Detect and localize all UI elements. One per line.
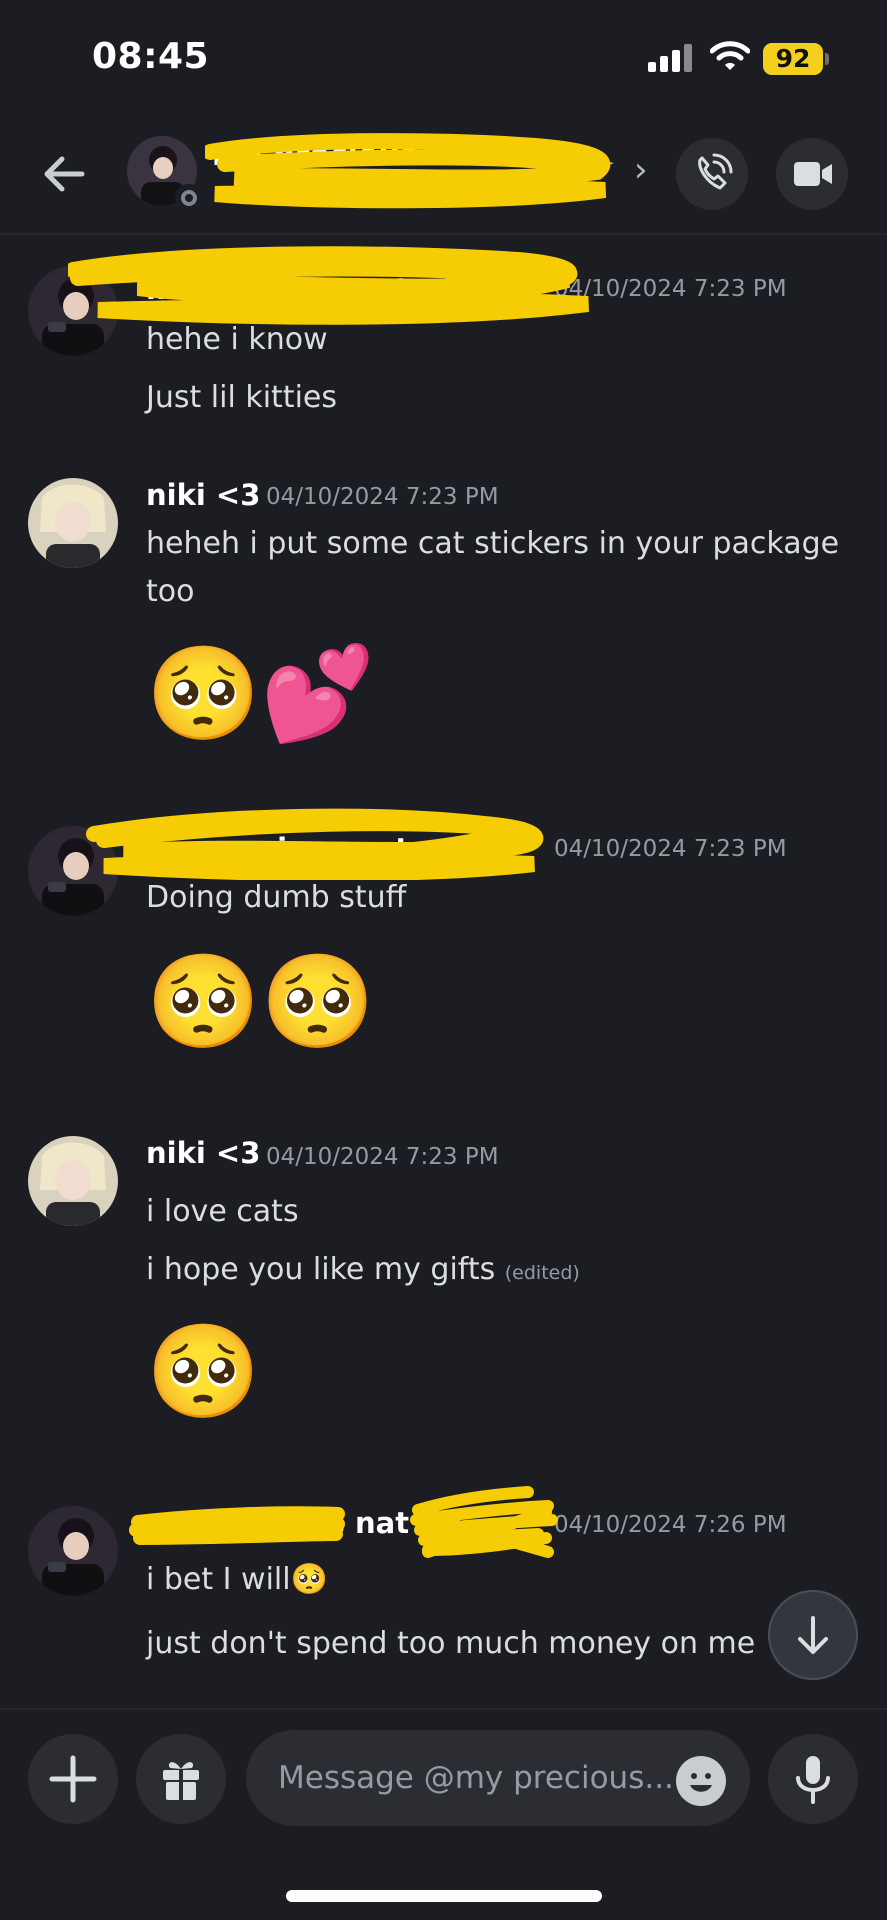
jump-to-bottom-button[interactable] (768, 1590, 858, 1680)
message-author[interactable]: niki <3 (146, 478, 260, 512)
message-author[interactable]: my precious nat <3 (146, 1506, 464, 1540)
author-avatar[interactable] (28, 478, 118, 568)
author-avatar[interactable] (28, 1506, 118, 1596)
author-avatar[interactable] (28, 266, 118, 356)
offline-status-icon (175, 184, 203, 212)
microphone-icon (796, 1756, 830, 1804)
contact-name[interactable]: my precious nat (212, 138, 612, 198)
cellular-signal-icon (648, 44, 692, 72)
message-text: just don't spend too much money on me (146, 1626, 756, 1661)
inline-emoji: 🥺 (290, 1562, 328, 1597)
voice-call-button[interactable] (676, 138, 748, 210)
smiley-icon (690, 1773, 712, 1792)
message-text: heheh i put some cat stickers in your pa… (146, 526, 840, 561)
phone-icon (698, 153, 733, 190)
emoji-message: 🥺 (146, 1318, 261, 1425)
author-avatar[interactable] (28, 1136, 118, 1226)
message-timestamp: 04/10/2024 7:26 PM (554, 1512, 787, 1538)
emoji-message: 🥺💕 (146, 640, 376, 747)
arrow-down-icon (798, 1616, 828, 1654)
back-arrow-icon[interactable] (36, 146, 92, 202)
wifi-icon (710, 41, 750, 70)
message-author[interactable]: my precious nat <3 (146, 832, 464, 866)
message-text-content: i hope you like my gifts (146, 1252, 496, 1287)
message-timestamp: 04/10/2024 7:23 PM (554, 276, 787, 302)
video-camera-icon (794, 162, 832, 186)
message-text: hehe i know (146, 322, 328, 357)
message-timestamp: 04/10/2024 7:23 PM (554, 836, 787, 862)
plus-icon (49, 1755, 97, 1803)
clock: 08:45 (92, 36, 210, 77)
message-text: i bet I will🥺 (146, 1562, 328, 1597)
gift-icon (163, 1762, 199, 1800)
battery-nub (825, 53, 829, 65)
message-text: i love cats (146, 1194, 299, 1229)
dm-header: my precious nat › (0, 110, 887, 235)
gift-button[interactable] (136, 1734, 226, 1824)
message-input[interactable]: Message @my precious... (246, 1730, 750, 1826)
message-author[interactable]: my precious nat <3 (146, 272, 464, 306)
attach-button[interactable] (28, 1734, 118, 1824)
home-indicator[interactable] (286, 1890, 602, 1902)
voice-message-button[interactable] (768, 1734, 858, 1824)
chevron-right-icon[interactable]: › (634, 150, 648, 190)
battery-indicator: 92 (763, 43, 823, 75)
edited-label: (edited) (504, 1262, 580, 1284)
message-text: too (146, 574, 195, 609)
status-bar: 08:45 92 (0, 0, 887, 110)
message-timestamp: 04/10/2024 7:23 PM (266, 484, 499, 510)
message-text-content: i bet I will (146, 1562, 291, 1597)
emoji-message: 🥺🥺 (146, 948, 376, 1055)
author-avatar[interactable] (28, 826, 118, 916)
emoji-picker-button[interactable] (676, 1756, 726, 1806)
message-timestamp: 04/10/2024 7:23 PM (266, 1144, 499, 1170)
video-call-button[interactable] (776, 138, 848, 210)
message-text: i hope you like my gifts (edited) (146, 1252, 580, 1287)
message-text: Doing dumb stuff (146, 880, 407, 915)
message-text: Just lil kitties (146, 380, 337, 415)
message-composer: Message @my precious... (0, 1708, 887, 1920)
message-author[interactable]: niki <3 (146, 1136, 260, 1170)
